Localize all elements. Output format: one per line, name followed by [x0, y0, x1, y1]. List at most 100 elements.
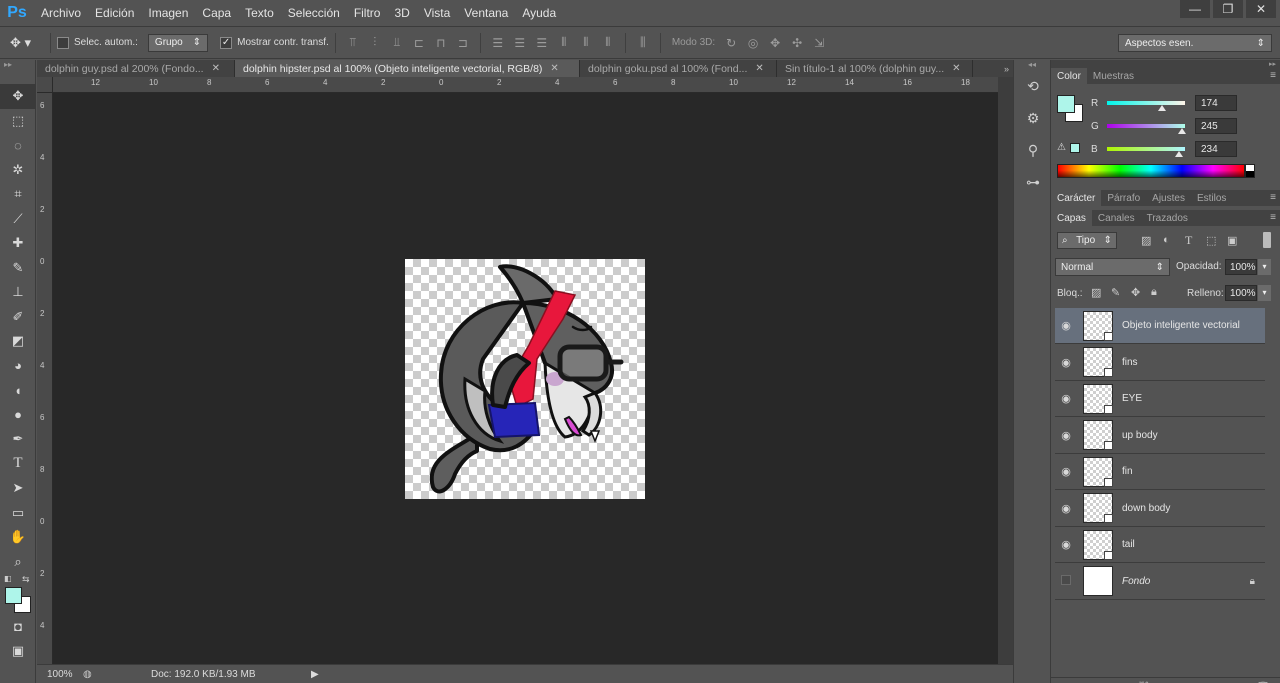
lock-position-icon[interactable]: ✥: [1131, 286, 1140, 299]
vertical-scrollbar[interactable]: [998, 77, 1013, 664]
tab-color[interactable]: Color: [1051, 68, 1087, 84]
align-hcenter-icon[interactable]: ⊓: [433, 35, 449, 51]
menu-vista[interactable]: Vista: [417, 0, 457, 26]
status-info-icon[interactable]: ◍: [83, 669, 101, 680]
canvas-area[interactable]: [53, 93, 998, 664]
fill-dropdown-icon[interactable]: ▾: [1258, 285, 1271, 301]
close-tab-icon[interactable]: ✕: [755, 63, 763, 74]
layer-name[interactable]: fin: [1122, 466, 1265, 477]
lock-transparency-icon[interactable]: ▨: [1091, 286, 1101, 299]
workspace-select[interactable]: Aspectos esen. ⇕: [1118, 34, 1272, 52]
layer-row[interactable]: Fondo 🔒︎: [1055, 564, 1265, 600]
layer-name[interactable]: up body: [1122, 430, 1265, 441]
status-menu-icon[interactable]: ▶: [311, 669, 319, 680]
distribute-vcenter-icon[interactable]: ☰: [512, 35, 528, 51]
screen-mode-icon[interactable]: ▣: [0, 639, 36, 664]
hand-tool-icon[interactable]: ✋: [0, 525, 36, 550]
eyedropper-tool-icon[interactable]: ⟋: [0, 207, 36, 232]
ruler-origin[interactable]: [37, 77, 53, 93]
gamut-swatch[interactable]: [1070, 143, 1080, 153]
properties-panel-icon[interactable]: ⚙: [1014, 102, 1052, 134]
red-slider-thumb[interactable]: [1158, 105, 1166, 111]
color-spectrum-ramp[interactable]: [1057, 164, 1245, 178]
tabs-overflow-icon[interactable]: »: [973, 60, 1013, 77]
close-tab-icon[interactable]: ✕: [550, 63, 558, 74]
align-right-icon[interactable]: ⊐: [455, 35, 471, 51]
distribute-top-icon[interactable]: ☰: [490, 35, 506, 51]
align-left-icon[interactable]: ⊏: [411, 35, 427, 51]
panel-menu-icon[interactable]: ≡: [1270, 70, 1276, 81]
tab-trazados[interactable]: Trazados: [1141, 210, 1194, 226]
fill-field[interactable]: 100%: [1225, 285, 1257, 301]
visibility-eye-icon[interactable]: ◉: [1055, 392, 1077, 405]
zoom-tool-icon[interactable]: ⌕: [0, 550, 36, 575]
align-top-icon[interactable]: ⫪: [345, 35, 361, 51]
document-canvas[interactable]: [405, 259, 645, 499]
layer-name[interactable]: Objeto inteligente vectorial: [1122, 320, 1265, 331]
auto-select-target-select[interactable]: Grupo ⇕: [147, 33, 209, 52]
tab-dolphin-hipster[interactable]: dolphin hipster.psd al 100% (Objeto inte…: [235, 60, 580, 77]
history-brush-tool-icon[interactable]: ✐: [0, 305, 36, 330]
opacity-dropdown-icon[interactable]: ▾: [1258, 259, 1271, 275]
magic-wand-tool-icon[interactable]: ✲: [0, 158, 36, 183]
visibility-eye-icon[interactable]: ◉: [1055, 502, 1077, 515]
close-tab-icon[interactable]: ✕: [952, 63, 960, 74]
collapse-dock-icon[interactable]: ◂◂: [1014, 60, 1050, 70]
layer-row[interactable]: ◉ Objeto inteligente vectorial: [1055, 308, 1265, 344]
layer-row[interactable]: ◉ tail: [1055, 527, 1265, 563]
close-icon[interactable]: ✕: [1246, 0, 1276, 18]
healing-brush-tool-icon[interactable]: ✚: [0, 231, 36, 256]
layer-row[interactable]: ◉ fin: [1055, 454, 1265, 490]
out-of-gamut-warning-icon[interactable]: ⚠: [1057, 142, 1066, 153]
filter-pixel-icon[interactable]: ▨: [1141, 234, 1151, 247]
show-transform-checkbox[interactable]: ✓: [220, 36, 233, 49]
visibility-toggle-empty[interactable]: [1055, 574, 1077, 588]
filter-toggle-icon[interactable]: [1263, 232, 1271, 248]
slide-3d-icon[interactable]: ✣: [789, 35, 805, 51]
minimize-icon[interactable]: —: [1180, 0, 1210, 18]
visibility-eye-icon[interactable]: ◉: [1055, 465, 1077, 478]
collapse-toolbox-icon[interactable]: ▸▸: [0, 60, 35, 84]
brush-presets-icon[interactable]: ⚲: [1014, 134, 1052, 166]
blend-mode-select[interactable]: Normal ⇕: [1055, 258, 1170, 276]
lasso-tool-icon[interactable]: ◌: [0, 133, 36, 158]
tab-caracter[interactable]: Carácter: [1051, 190, 1102, 206]
panel-menu-icon[interactable]: ≡: [1270, 192, 1276, 203]
rectangle-tool-icon[interactable]: ▭: [0, 501, 36, 526]
panel-menu-icon[interactable]: ≡: [1270, 212, 1276, 223]
lock-all-icon[interactable]: 🔒︎: [1151, 286, 1157, 299]
menu-imagen[interactable]: Imagen: [141, 0, 195, 26]
distribute-hcenter-icon[interactable]: ⦀: [578, 35, 594, 51]
paint-bucket-tool-icon[interactable]: ◕: [0, 354, 36, 379]
layer-name[interactable]: down body: [1122, 503, 1265, 514]
auto-select-checkbox[interactable]: [57, 36, 69, 49]
crop-tool-icon[interactable]: ⌗: [0, 182, 36, 207]
tab-parrafo[interactable]: Párrafo: [1101, 190, 1146, 206]
visibility-eye-icon[interactable]: ◉: [1055, 429, 1077, 442]
layer-name[interactable]: Fondo: [1122, 576, 1250, 587]
layer-name[interactable]: EYE: [1122, 393, 1265, 404]
visibility-eye-icon[interactable]: ◉: [1055, 356, 1077, 369]
tab-dolphin-guy[interactable]: dolphin guy.psd al 200% (Fondo... ✕: [37, 60, 235, 77]
visibility-eye-icon[interactable]: ◉: [1055, 538, 1077, 551]
menu-seleccion[interactable]: Selección: [281, 0, 347, 26]
align-vcenter-icon[interactable]: ⫶: [367, 35, 383, 51]
quick-mask-icon[interactable]: ◘: [0, 614, 36, 639]
brush-tool-icon[interactable]: ✎: [0, 256, 36, 281]
red-value-field[interactable]: 174: [1195, 95, 1237, 111]
tab-muestras[interactable]: Muestras: [1087, 68, 1140, 84]
tab-capas[interactable]: Capas: [1051, 210, 1092, 226]
menu-ventana[interactable]: Ventana: [457, 0, 515, 26]
default-colors-icon[interactable]: ◧: [4, 574, 12, 583]
filter-adjustment-icon[interactable]: ◐: [1163, 234, 1170, 246]
green-slider-thumb[interactable]: [1178, 128, 1186, 134]
tab-sin-titulo[interactable]: Sin título-1 al 100% (dolphin guy... ✕: [777, 60, 973, 77]
menu-archivo[interactable]: Archivo: [34, 0, 88, 26]
auto-align-icon[interactable]: ⫼: [635, 35, 651, 51]
swap-colors-icon[interactable]: ⇆: [22, 574, 30, 585]
history-panel-icon[interactable]: ⟲: [1014, 70, 1052, 102]
zoom-level[interactable]: 100%: [37, 669, 83, 680]
opacity-field[interactable]: 100%: [1225, 259, 1257, 275]
layer-row[interactable]: ◉ down body: [1055, 491, 1265, 527]
filter-shape-icon[interactable]: ⬚: [1206, 234, 1216, 247]
